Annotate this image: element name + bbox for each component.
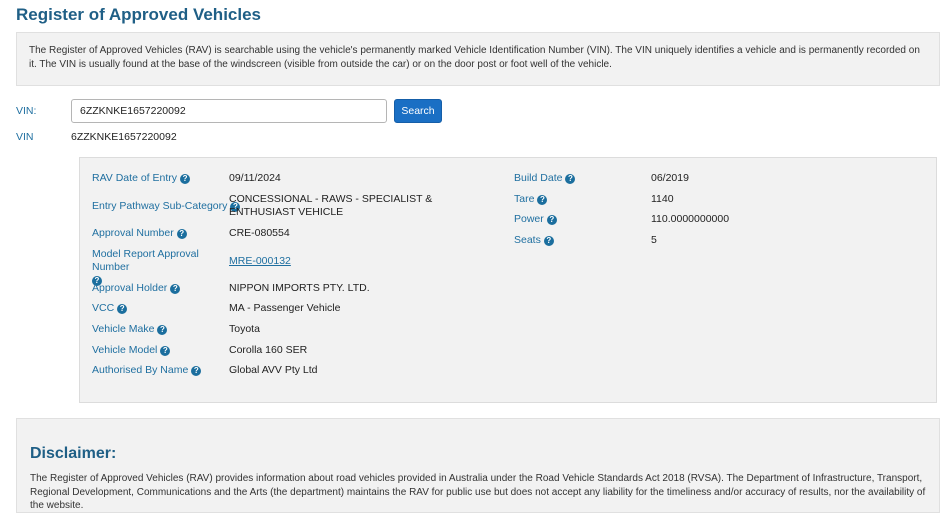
approval-number-label: Approval Number?	[92, 227, 187, 240]
help-icon[interactable]: ?	[180, 174, 191, 184]
power-label: Power?	[514, 213, 557, 226]
model-report-approval-link[interactable]: MRE-000132	[229, 255, 291, 267]
seats-label: Seats?	[514, 234, 554, 247]
vehicle-model-label: Vehicle Model?	[92, 344, 171, 357]
help-icon[interactable]: ?	[537, 195, 548, 205]
help-icon[interactable]: ?	[191, 366, 202, 376]
help-icon[interactable]: ?	[170, 284, 181, 294]
rav-date-of-entry-value: 09/11/2024	[229, 172, 281, 184]
approval-number-value: CRE-080554	[229, 227, 290, 239]
build-date-label: Build Date?	[514, 172, 576, 185]
vin-result-value: 6ZZKNKE1657220092	[71, 131, 177, 143]
power-value: 110.0000000000	[651, 213, 730, 225]
vehicle-make-label: Vehicle Make?	[92, 323, 168, 336]
seats-value: 5	[651, 234, 657, 246]
authorised-by-name-label: Authorised By Name?	[92, 364, 202, 377]
vehicle-make-value: Toyota	[229, 323, 260, 335]
page-title: Register of Approved Vehicles	[16, 5, 261, 24]
vcc-value: MA - Passenger Vehicle	[229, 302, 341, 314]
model-report-approval-value: MRE-000132	[229, 255, 291, 268]
vin-search-input[interactable]	[71, 99, 387, 123]
help-icon[interactable]: ?	[176, 229, 187, 239]
intro-text: The Register of Approved Vehicles (RAV) …	[29, 45, 920, 70]
disclaimer-text: The Register of Approved Vehicles (RAV) …	[30, 473, 926, 511]
disclaimer-panel: Disclaimer: The Register of Approved Veh…	[16, 418, 940, 513]
tare-value: 1140	[651, 193, 674, 205]
help-icon[interactable]: ?	[117, 304, 128, 314]
help-icon[interactable]: ?	[160, 346, 171, 356]
tare-label: Tare?	[514, 193, 548, 206]
vin-result-label: VIN	[16, 131, 34, 143]
approval-holder-label: Approval Holder?	[92, 282, 181, 295]
rav-date-of-entry-label: RAV Date of Entry?	[92, 172, 191, 185]
approval-holder-value: NIPPON IMPORTS PTY. LTD.	[229, 282, 370, 294]
vehicle-details-panel: RAV Date of Entry? 09/11/2024 Entry Path…	[79, 157, 937, 403]
help-icon[interactable]: ?	[543, 236, 554, 246]
search-button[interactable]: Search	[394, 99, 442, 123]
entry-pathway-value: CONCESSIONAL - RAWS - SPECIALIST & ENTHU…	[229, 193, 433, 218]
build-date-value: 06/2019	[651, 172, 689, 184]
intro-panel: The Register of Approved Vehicles (RAV) …	[16, 32, 940, 86]
authorised-by-name-value: Global AVV Pty Ltd	[229, 364, 318, 376]
vin-search-label: VIN:	[16, 105, 37, 117]
vcc-label: VCC?	[92, 302, 128, 315]
disclaimer-title: Disclaimer:	[30, 445, 117, 462]
entry-pathway-label: Entry Pathway Sub-Category?	[92, 200, 241, 213]
vehicle-model-value: Corolla 160 SER	[229, 344, 308, 356]
help-icon[interactable]: ?	[546, 215, 557, 225]
help-icon[interactable]: ?	[157, 325, 168, 335]
help-icon[interactable]: ?	[565, 174, 576, 184]
